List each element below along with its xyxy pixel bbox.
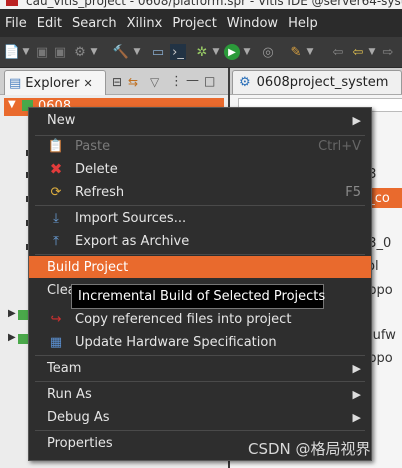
build-hammer-icon[interactable]: 🔨 — [112, 44, 130, 60]
project-icon — [18, 310, 28, 320]
tool-dropdown-icon[interactable]: ▼ — [306, 44, 314, 60]
menu-separator — [35, 254, 365, 255]
settings-dropdown-icon[interactable]: ▼ — [90, 44, 98, 60]
explorer-icon: ▤ — [9, 75, 22, 91]
editor-tab-label: 0608project_system — [256, 75, 389, 90]
refresh-icon: ⟳ — [50, 184, 62, 200]
forward-nav-icon[interactable]: ⇦ — [350, 44, 366, 60]
next-nav-icon[interactable]: ⇨ — [380, 44, 396, 60]
window-title: cau_vitis_project - 0608/platform.spr - … — [26, 0, 402, 8]
menu-window[interactable]: Window — [222, 16, 283, 31]
menu-help[interactable]: Help — [283, 16, 323, 31]
tool-icon[interactable]: ✎ — [288, 44, 304, 60]
app-icon — [6, 0, 18, 6]
submenu-arrow-icon: ▶ — [352, 387, 361, 401]
maximize-icon[interactable]: □ — [204, 74, 215, 88]
menu-separator — [35, 205, 365, 206]
menu-item-debug-as[interactable]: Debug As ▶ — [29, 406, 371, 428]
terminal-icon[interactable]: ▭ — [150, 44, 166, 60]
debug-dropdown-icon[interactable]: ▼ — [212, 44, 220, 60]
menu-separator — [35, 381, 365, 382]
settings-icon[interactable]: ⚙ — [72, 44, 88, 60]
close-icon[interactable]: ✕ — [83, 77, 92, 90]
external-tools-icon[interactable]: ◎ — [260, 44, 276, 60]
delete-icon: ✖ — [49, 160, 63, 178]
menu-item-label: Paste — [75, 138, 111, 154]
menu-search[interactable]: Search — [67, 16, 122, 31]
tab-project-system[interactable]: ⚙ 0608project_system — [232, 70, 402, 94]
project-icon — [18, 334, 28, 344]
toolbar: 📄 ▼ ▣ ▣ ⚙ ▼ 🔨 ▼ ▭ ›_ ✲ ▼ ▶ ▼ ◎ ✎ ▼ ⇦ ⇦ ▼… — [0, 37, 402, 68]
menu-item-import-sources[interactable]: ⤓ Import Sources... — [29, 207, 371, 229]
system-project-icon: ⚙ — [239, 75, 251, 90]
menu-item-update-hardware[interactable]: ▦ Update Hardware Specification — [29, 331, 371, 353]
run-dropdown-icon[interactable]: ▼ — [243, 44, 251, 60]
console-icon[interactable]: ›_ — [170, 44, 186, 60]
expand-arrow-icon[interactable]: ▼ — [8, 99, 16, 110]
menu-item-new[interactable]: New ▶ — [29, 109, 371, 131]
collapse-all-icon[interactable]: ⊟ — [112, 75, 122, 89]
menu-separator — [35, 430, 365, 431]
menu-edit[interactable]: Edit — [32, 16, 67, 31]
menu-item-build-project[interactable]: Build Project — [29, 256, 371, 278]
menu-item-label: Export as Archive — [75, 233, 190, 249]
menu-item-label: Properties — [47, 435, 113, 451]
window-title-bar: cau_vitis_project - 0608/platform.spr - … — [0, 0, 402, 9]
submenu-arrow-icon: ▶ — [352, 410, 361, 424]
back-nav-icon[interactable]: ⇦ — [330, 44, 346, 60]
menu-item-label: Copy referenced files into project — [75, 311, 292, 327]
tab-explorer[interactable]: ▤ Explorer ✕ — [4, 70, 106, 95]
tooltip: Incremental Build of Selected Projects — [71, 284, 325, 309]
build-dropdown-icon[interactable]: ▼ — [133, 44, 141, 60]
view-menu-icon[interactable]: ⋮ — [170, 74, 183, 89]
menu-accelerator: F5 — [345, 184, 361, 200]
run-icon[interactable]: ▶ — [224, 44, 240, 60]
menu-item-run-as[interactable]: Run As ▶ — [29, 383, 371, 405]
new-dropdown-icon[interactable]: ▼ — [22, 44, 30, 60]
copy-icon: ↪ — [50, 311, 62, 327]
menu-separator — [35, 355, 365, 356]
submenu-arrow-icon: ▶ — [352, 113, 361, 127]
menu-item-export-archive[interactable]: ⤒ Export as Archive — [29, 230, 371, 252]
menu-xilinx[interactable]: Xilinx — [122, 16, 168, 31]
expand-arrow-icon[interactable]: ▶ — [8, 332, 16, 343]
import-icon: ⤓ — [53, 210, 59, 226]
paste-icon: 📋 — [47, 138, 65, 154]
save-icon[interactable]: ▣ — [34, 44, 50, 60]
menu-file[interactable]: File — [0, 16, 32, 31]
debug-icon[interactable]: ✲ — [194, 44, 210, 60]
export-icon: ⤒ — [53, 233, 59, 249]
submenu-arrow-icon: ▶ — [352, 361, 361, 375]
expand-arrow-icon[interactable]: ▶ — [8, 308, 16, 319]
watermark: CSDN @格局视界 — [248, 440, 371, 458]
menu-item-delete[interactable]: ✖ Delete — [29, 158, 371, 180]
save-all-icon[interactable]: ▣ — [52, 44, 68, 60]
menu-item-label: Run As — [47, 386, 92, 402]
menu-item-label: Delete — [75, 161, 118, 177]
menu-item-label: Update Hardware Specification — [75, 334, 277, 350]
link-editor-icon[interactable]: ⇆ — [128, 75, 138, 89]
menu-item-label: Build Project — [47, 259, 129, 275]
menu-project[interactable]: Project — [167, 16, 221, 31]
menu-bar: File Edit Search Xilinx Project Window H… — [0, 9, 402, 37]
menu-item-label: Refresh — [75, 184, 125, 200]
hardware-icon: ▦ — [49, 334, 63, 350]
menu-item-copy-referenced-files[interactable]: ↪ Copy referenced files into project — [29, 308, 371, 330]
explorer-tab-label: Explorer — [25, 75, 80, 91]
menu-item-label: Team — [47, 360, 82, 376]
menu-item-label: Debug As — [47, 409, 110, 425]
new-icon[interactable]: 📄 — [4, 44, 20, 60]
minimize-icon[interactable]: — — [186, 73, 199, 88]
menu-item-label: New — [47, 112, 76, 128]
filter-icon[interactable]: ▽ — [150, 75, 159, 89]
menu-accelerator: Ctrl+V — [318, 138, 361, 154]
menu-item-label: Import Sources... — [75, 210, 187, 226]
menu-item-paste[interactable]: 📋 Paste Ctrl+V — [29, 135, 371, 157]
menu-item-refresh[interactable]: ⟳ Refresh F5 — [29, 181, 371, 203]
menu-item-team[interactable]: Team ▶ — [29, 357, 371, 379]
nav-dropdown-icon[interactable]: ▼ — [368, 44, 376, 60]
